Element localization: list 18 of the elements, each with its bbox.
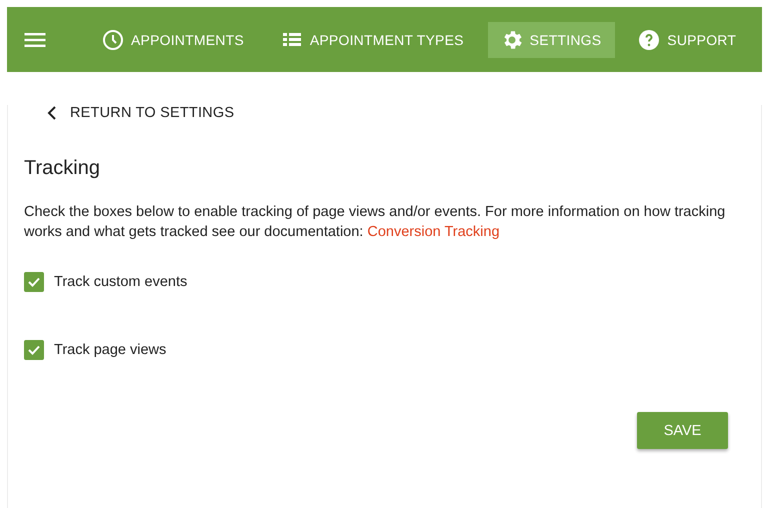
description-text: Check the boxes below to enable tracking of page views and/or events. For more information on how tracking works and what gets tracked see our documentation: Conversion Tracking bbox=[24, 203, 726, 242]
checkbox[interactable] bbox=[24, 340, 44, 360]
help-icon bbox=[637, 28, 662, 52]
checkbox[interactable] bbox=[24, 272, 44, 292]
section-title: Tracking bbox=[24, 157, 101, 180]
checkbox-label: Track page views bbox=[54, 342, 166, 358]
clock-icon bbox=[101, 28, 125, 52]
nav-tab[interactable]: APPOINTMENT TYPES bbox=[268, 22, 478, 58]
save-button[interactable]: SAVE bbox=[637, 412, 728, 449]
checkmark-icon bbox=[27, 343, 41, 357]
back-link[interactable]: RETURN TO SETTINGS bbox=[46, 105, 234, 121]
nav-tab[interactable]: APPOINTMENTS bbox=[89, 22, 258, 58]
nav-tab[interactable]: SETTINGS bbox=[488, 22, 616, 58]
checkbox-label: Track custom events bbox=[54, 274, 188, 290]
nav-tab[interactable]: SUPPORT bbox=[625, 22, 750, 58]
chevron-left-icon bbox=[46, 106, 58, 120]
checkmark-icon bbox=[27, 275, 41, 289]
documentation-link[interactable]: Conversion Tracking bbox=[367, 224, 500, 240]
